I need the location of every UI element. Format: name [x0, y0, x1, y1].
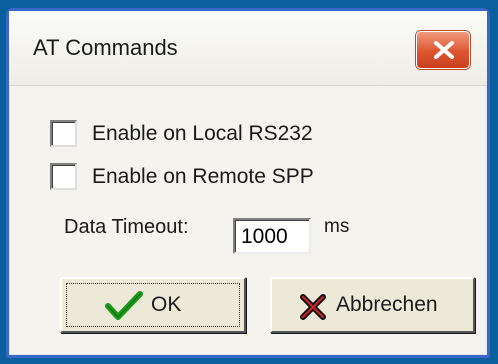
title-bar[interactable]: AT Commands	[9, 11, 487, 86]
cancel-label: Abbrechen	[336, 293, 438, 316]
remote-spp-label[interactable]: Enable on Remote SPP	[92, 163, 314, 190]
data-timeout-input[interactable]: 1000	[233, 218, 311, 254]
dialog-title: AT Commands	[33, 35, 178, 60]
close-button[interactable]	[416, 31, 470, 69]
local-rs232-checkbox[interactable]	[50, 120, 77, 147]
at-commands-dialog: AT Commands Enable on Local RS232 Enable…	[6, 8, 490, 358]
cancel-button[interactable]: Abbrechen	[270, 277, 475, 333]
checkmark-icon	[105, 291, 143, 320]
close-icon	[434, 41, 454, 59]
remote-spp-checkbox[interactable]	[50, 163, 77, 190]
cross-icon	[300, 294, 326, 320]
timeout-unit-label: ms	[324, 216, 350, 237]
local-rs232-label[interactable]: Enable on Local RS232	[92, 120, 313, 147]
data-timeout-label: Data Timeout:	[64, 216, 189, 238]
ok-button[interactable]: OK	[60, 277, 246, 333]
ok-label: OK	[151, 293, 182, 316]
